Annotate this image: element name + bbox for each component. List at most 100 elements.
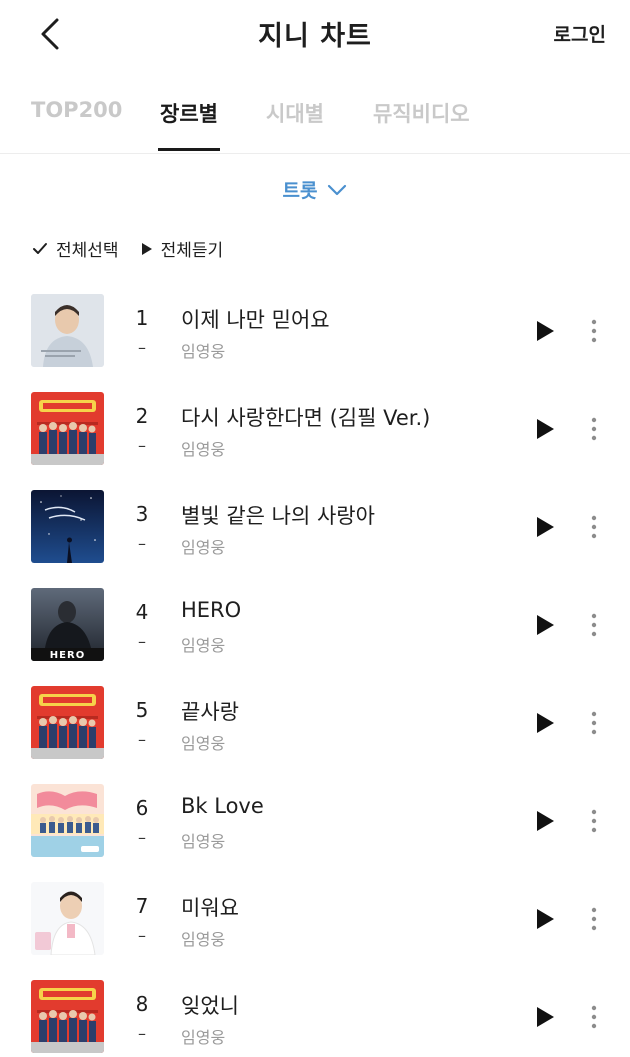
more-button[interactable] <box>582 414 606 444</box>
song-rank: 7 <box>135 894 149 918</box>
rank-change: – <box>138 1024 146 1043</box>
artist-name[interactable]: 임영웅 <box>181 436 225 460</box>
play-button[interactable] <box>530 316 560 346</box>
more-button[interactable] <box>582 316 606 346</box>
active-tab-indicator <box>158 148 220 151</box>
rank-change: – <box>138 436 146 455</box>
more-vertical-icon <box>591 1005 597 1029</box>
more-vertical-icon <box>591 907 597 931</box>
song-row[interactable]: 3 – 별빛 같은 나의 사랑아 임영웅 <box>0 488 630 586</box>
more-button[interactable] <box>582 1002 606 1032</box>
artist-name[interactable]: 임영웅 <box>181 730 225 754</box>
play-icon <box>537 321 554 341</box>
select-all-button[interactable]: 전체선택 <box>32 236 119 261</box>
app-header: 지니 차트 로그인 <box>0 0 630 70</box>
album-art <box>31 392 104 465</box>
song-title[interactable]: 다시 사랑한다면 (김필 Ver.) <box>181 402 430 432</box>
tab-top200[interactable]: TOP200 <box>31 98 122 122</box>
select-all-label: 전체선택 <box>56 241 119 261</box>
login-button[interactable]: 로그인 <box>554 20 606 47</box>
song-row[interactable]: 7 – 미워요 임영웅 <box>0 880 630 978</box>
page-title: 지니 차트 <box>258 21 372 52</box>
album-art <box>31 490 104 563</box>
song-row[interactable]: 1 – 이제 나만 믿어요 임영웅 <box>0 292 630 390</box>
album-art: HERO <box>31 588 104 661</box>
artist-name[interactable]: 임영웅 <box>181 632 225 656</box>
more-button[interactable] <box>582 610 606 640</box>
song-row[interactable]: 8 – 잊었니 임영웅 <box>0 978 630 1057</box>
tab-genre[interactable]: 장르별 <box>160 98 218 128</box>
play-icon <box>537 811 554 831</box>
more-vertical-icon <box>591 711 597 735</box>
song-title[interactable]: 잊었니 <box>181 990 239 1020</box>
more-vertical-icon <box>591 319 597 343</box>
more-vertical-icon <box>591 515 597 539</box>
album-art-hero-text: HERO <box>50 650 85 661</box>
tab-music-video[interactable]: 뮤직비디오 <box>373 98 470 128</box>
genre-label: 트롯 <box>282 180 318 202</box>
play-all-button[interactable]: 전체듣기 <box>141 236 224 261</box>
song-title[interactable]: HERO <box>181 598 241 622</box>
song-title[interactable]: 별빛 같은 나의 사랑아 <box>181 500 375 530</box>
play-icon <box>537 713 554 733</box>
more-vertical-icon <box>591 613 597 637</box>
back-button[interactable] <box>30 14 70 54</box>
song-rank: 6 <box>135 796 149 820</box>
song-row[interactable]: 5 – 끝사랑 임영웅 <box>0 684 630 782</box>
rank-change: – <box>138 828 146 847</box>
genre-selector[interactable]: 트롯 <box>0 176 630 203</box>
artist-name[interactable]: 임영웅 <box>181 926 225 950</box>
play-button[interactable] <box>530 806 560 836</box>
more-button[interactable] <box>582 904 606 934</box>
tab-era[interactable]: 시대별 <box>266 98 324 128</box>
play-all-label: 전체듣기 <box>160 241 224 261</box>
song-rank: 1 <box>135 306 149 330</box>
album-art <box>31 980 104 1053</box>
play-icon <box>537 517 554 537</box>
song-rank: 3 <box>135 502 149 526</box>
album-art <box>31 686 104 759</box>
play-button[interactable] <box>530 708 560 738</box>
album-art <box>31 784 104 857</box>
song-row[interactable]: HERO 4 – HERO 임영웅 <box>0 586 630 684</box>
play-button[interactable] <box>530 414 560 444</box>
more-button[interactable] <box>582 708 606 738</box>
chevron-down-icon <box>328 184 347 195</box>
song-title[interactable]: 이제 나만 믿어요 <box>181 304 330 334</box>
song-row[interactable]: 2 – 다시 사랑한다면 (김필 Ver.) 임영웅 <box>0 390 630 488</box>
song-rank: 4 <box>135 600 149 624</box>
play-button[interactable] <box>530 904 560 934</box>
song-rank: 5 <box>135 698 149 722</box>
song-title[interactable]: 미워요 <box>181 892 239 922</box>
more-button[interactable] <box>582 512 606 542</box>
more-button[interactable] <box>582 806 606 836</box>
album-art <box>31 294 104 367</box>
song-rank: 2 <box>135 404 149 428</box>
song-title[interactable]: 끝사랑 <box>181 696 239 726</box>
play-icon <box>141 242 152 255</box>
more-vertical-icon <box>591 417 597 441</box>
rank-change: – <box>138 730 146 749</box>
rank-change: – <box>138 926 146 945</box>
song-list: 1 – 이제 나만 믿어요 임영웅 2 – 다시 사랑한다면 (김필 Ver.) <box>0 292 630 1057</box>
more-vertical-icon <box>591 809 597 833</box>
list-actions: 전체선택 전체듣기 <box>32 236 223 261</box>
artist-name[interactable]: 임영웅 <box>181 338 225 362</box>
rank-change: – <box>138 632 146 651</box>
play-button[interactable] <box>530 610 560 640</box>
play-icon <box>537 615 554 635</box>
check-icon <box>33 242 47 254</box>
play-button[interactable] <box>530 512 560 542</box>
album-art <box>31 882 104 955</box>
play-icon <box>537 419 554 439</box>
song-row[interactable]: 6 – Bk Love 임영웅 <box>0 782 630 880</box>
play-icon <box>537 909 554 929</box>
rank-change: – <box>138 534 146 553</box>
artist-name[interactable]: 임영웅 <box>181 1024 225 1048</box>
artist-name[interactable]: 임영웅 <box>181 828 225 852</box>
play-button[interactable] <box>530 1002 560 1032</box>
artist-name[interactable]: 임영웅 <box>181 534 225 558</box>
song-rank: 8 <box>135 992 149 1016</box>
rank-change: – <box>138 338 146 357</box>
song-title[interactable]: Bk Love <box>181 794 264 818</box>
